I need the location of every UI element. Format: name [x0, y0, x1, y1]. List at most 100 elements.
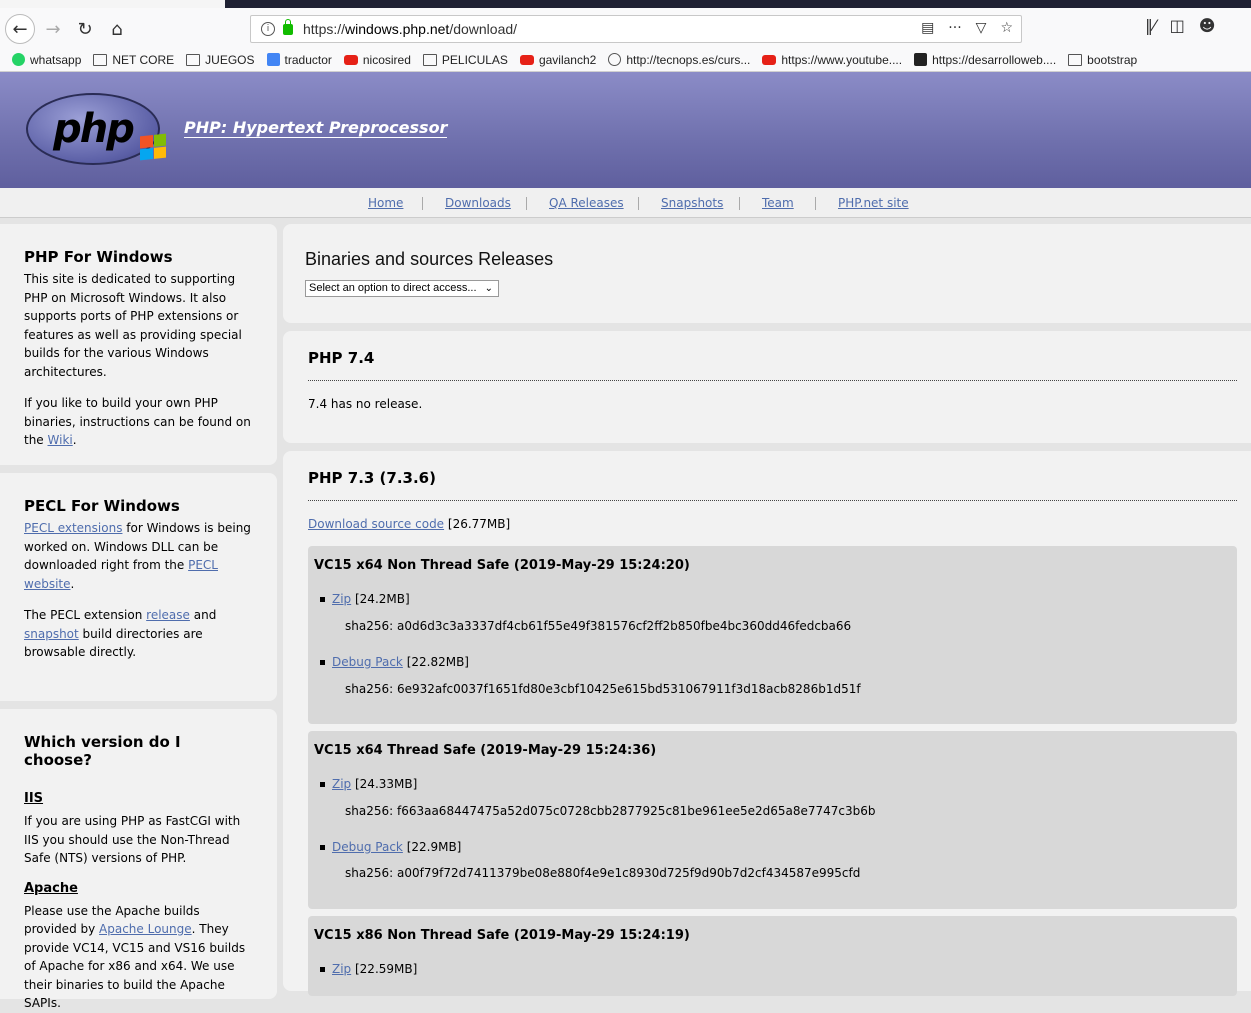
page-actions-icon[interactable]: ··· [948, 20, 961, 36]
account-icon[interactable]: ☻ [1199, 16, 1216, 35]
bookmark-label: bootstrap [1087, 52, 1138, 67]
chevron-down-icon: ⌄ [484, 283, 493, 294]
pocket-icon[interactable]: ▽ [976, 20, 987, 36]
version-select[interactable]: Select an option to direct access... ⌄ [305, 280, 499, 297]
zip-link[interactable]: Zip [332, 777, 351, 791]
debug-pack-sha256: sha256: 6e932afc0037f1651fd80e3cbf10425e… [345, 682, 861, 696]
which-version-title: Which version do I choose? [24, 733, 181, 769]
folder-icon [422, 53, 437, 66]
zip-sha256: sha256: f663aa68447475a52d075c0728cbb287… [345, 804, 876, 818]
sidebar-toggle-icon[interactable]: ◫ [1170, 16, 1185, 35]
back-icon[interactable]: ← [5, 14, 35, 44]
build-vc15-x86-nts: VC15 x86 Non Thread Safe (2019-May-29 15… [308, 916, 1237, 996]
build-title: VC15 x64 Thread Safe (2019-May-29 15:24:… [314, 743, 657, 758]
build-title: VC15 x86 Non Thread Safe (2019-May-29 15… [314, 928, 690, 943]
folder-icon [1068, 53, 1083, 66]
site-nav: Home Downloads QA Releases Snapshots Tea… [0, 188, 1251, 218]
divider [308, 500, 1237, 501]
bookmark-label: JUEGOS [205, 52, 255, 67]
bookmark-label: NET CORE [112, 52, 175, 67]
zip-download: Zip [24.33MB] [319, 777, 418, 791]
debug-pack-sha256: sha256: a00f79f72d7411379be08e880f4e9e1c… [345, 866, 861, 880]
bookmark-item[interactable]: PELICULAS [422, 53, 508, 67]
debug-pack-link[interactable]: Debug Pack [332, 840, 403, 854]
nav-downloads[interactable]: Downloads [445, 196, 511, 210]
bookmark-item[interactable]: JUEGOS [186, 52, 255, 67]
translate-icon [266, 53, 280, 66]
apache-lounge-link[interactable]: Apache Lounge [99, 922, 192, 936]
source-download: Download source code [26.77MB] [308, 517, 511, 531]
php73-title: PHP 7.3 (7.3.6) [308, 469, 436, 487]
pecl-title: PECL For Windows [24, 497, 180, 515]
release-link[interactable]: release [146, 608, 190, 622]
bookmark-label: http://tecnops.es/curs... [626, 52, 751, 67]
snapshot-link[interactable]: snapshot [24, 627, 79, 641]
zip-link[interactable]: Zip [332, 592, 351, 606]
url-text[interactable]: https://windows.php.net/download/ [303, 21, 517, 37]
bookmark-item[interactable]: NET CORE [93, 53, 174, 67]
debug-pack-download: Debug Pack [22.9MB] [319, 840, 462, 854]
address-bar[interactable]: i https://windows.php.net/download/ ▤ ··… [250, 15, 1022, 43]
debug-pack-download: Debug Pack [22.82MB] [320, 655, 469, 669]
nav-qa-releases[interactable]: QA Releases [549, 196, 624, 210]
iis-text: If you are using PHP as FastCGI with IIS… [24, 814, 241, 865]
bookmark-item[interactable]: whatsapp [12, 53, 81, 67]
bookmark-item[interactable]: gavilanch2 [519, 52, 597, 67]
site-title[interactable]: PHP: Hypertext Preprocessor [184, 118, 448, 138]
nav-team[interactable]: Team [762, 196, 794, 210]
zip-download: Zip [24.2MB] [320, 592, 410, 606]
bookmark-item[interactable]: https://www.youtube.... [762, 53, 902, 67]
releases-header-box: Binaries and sources Releases Select an … [283, 224, 1251, 323]
dev-icon [914, 53, 928, 66]
pecl-text: PECL extensions for Windows is being wor… [24, 521, 251, 591]
folder-icon [93, 53, 108, 66]
bookmark-star-icon[interactable]: ☆ [1000, 20, 1013, 36]
php74-box: PHP 7.4 7.4 has no release. [283, 331, 1251, 443]
bookmark-label: whatsapp [30, 52, 82, 67]
zip-sha256: sha256: a0d6d3c3a3337df4cb61f55e49f38157… [345, 619, 852, 633]
iis-heading: IIS [24, 791, 44, 806]
bookmark-item[interactable]: http://tecnops.es/curs... [608, 53, 750, 67]
youtube-icon [762, 54, 777, 65]
pecl-extensions-link[interactable]: PECL extensions [24, 521, 122, 535]
download-source-link[interactable]: Download source code [308, 517, 444, 531]
bookmark-label: gavilanch2 [538, 52, 597, 67]
bookmark-item[interactable]: https://desarrolloweb.... [914, 53, 1056, 67]
php-for-windows-box: PHP For Windows This site is dedicated t… [0, 224, 277, 465]
build-title: VC15 x64 Non Thread Safe (2019-May-29 15… [314, 558, 690, 573]
nav-php-net-site[interactable]: PHP.net site [838, 196, 909, 210]
debug-pack-link[interactable]: Debug Pack [332, 655, 403, 669]
site-header: php PHP: Hypertext Preprocessor [0, 72, 1251, 188]
reader-view-icon[interactable]: ▤ [921, 20, 934, 36]
pecl-dirs-text: The PECL extension release and snapshot … [24, 608, 217, 659]
pecl-box: PECL For Windows PECL extensions for Win… [0, 473, 277, 701]
build-vc15-x64-nts: VC15 x64 Non Thread Safe (2019-May-29 15… [308, 546, 1237, 724]
library-icon[interactable]: ‖⁄ [1145, 16, 1156, 35]
php74-text: 7.4 has no release. [308, 397, 423, 411]
bookmarks-bar: whatsapp NET CORE JUEGOS traductor nicosired… [0, 48, 1251, 72]
nav-home[interactable]: Home [368, 196, 403, 210]
bookmark-item[interactable]: nicosired [343, 52, 411, 67]
php74-title: PHP 7.4 [308, 349, 375, 367]
browser-toolbar: ← → ↻ ⌂ i https://windows.php.net/downlo… [0, 8, 1251, 48]
zip-download: Zip [22.59MB] [319, 962, 418, 976]
bookmark-item[interactable]: bootstrap [1068, 53, 1137, 67]
php73-box: PHP 7.3 (7.3.6) Download source code [26… [283, 451, 1251, 996]
home-icon[interactable]: ⌂ [102, 14, 132, 44]
reload-icon[interactable]: ↻ [70, 14, 100, 44]
lock-icon [283, 18, 293, 35]
zip-link[interactable]: Zip [332, 962, 351, 976]
php-for-windows-intro: This site is dedicated to supporting PHP… [24, 272, 242, 379]
folder-icon [186, 53, 201, 66]
bookmark-item[interactable]: traductor [266, 52, 332, 67]
wiki-link[interactable]: Wiki [48, 433, 73, 447]
site-info-icon[interactable]: i [261, 22, 275, 36]
bookmark-label: traductor [284, 52, 332, 67]
page-title: Binaries and sources Releases [305, 249, 554, 269]
nav-snapshots[interactable]: Snapshots [661, 196, 723, 210]
forward-icon[interactable]: → [38, 14, 68, 44]
windows-flag-icon [140, 133, 166, 161]
window-title-strip [0, 0, 1251, 8]
bookmark-label: nicosired [362, 52, 411, 67]
build-instructions-text: If you like to build your own PHP binari… [24, 396, 251, 447]
